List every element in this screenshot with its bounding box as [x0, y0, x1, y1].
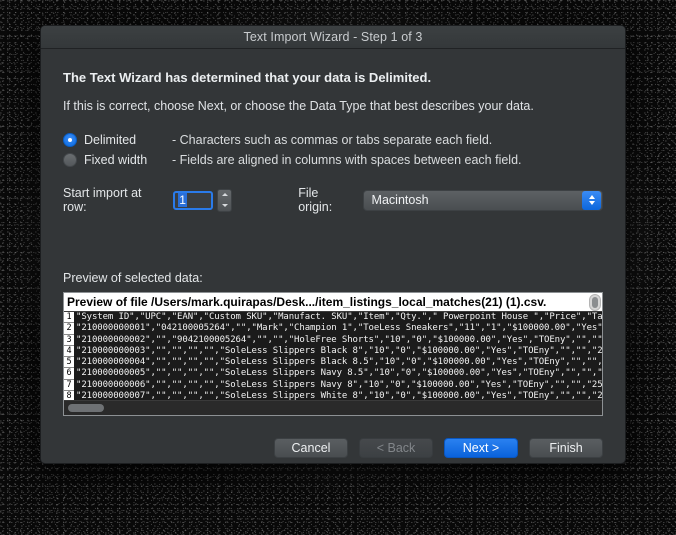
finish-button[interactable]: Finish: [529, 438, 603, 458]
row-content: "210000000006","","","","","SoleLess Sli…: [76, 379, 602, 390]
row-number: 1: [64, 312, 74, 324]
chevron-up-icon[interactable]: [221, 193, 228, 197]
dialog-button-bar: Cancel < Back Next > Finish: [41, 438, 625, 458]
preview-horizontal-scrollbar-thumb[interactable]: [68, 404, 104, 412]
row-content: "System ID","UPC","EAN","Custom SKU","Ma…: [76, 312, 602, 322]
preview-file-path: Preview of file /Users/mark.quirapas/Des…: [67, 295, 547, 309]
table-row: 8 "210000000007","","","","","SoleLess S…: [64, 391, 602, 400]
dialog-titlebar: Text Import Wizard - Step 1 of 3: [41, 26, 625, 49]
table-row: 1 "System ID","UPC","EAN","Custom SKU","…: [64, 312, 602, 324]
start-import-row-label: Start import at row:: [63, 186, 142, 214]
subline-text: If this is correct, choose Next, or choo…: [63, 99, 534, 113]
file-origin-label: File origin:: [298, 186, 333, 214]
row-number: 2: [64, 323, 74, 335]
dialog-body: The Text Wizard has determined that your…: [41, 70, 625, 416]
row-content: "210000000005","","","","","SoleLess Sli…: [76, 368, 602, 379]
dialog-title: Text Import Wizard - Step 1 of 3: [243, 30, 423, 44]
row-number: 3: [64, 334, 74, 346]
up-down-chevron-icon[interactable]: [582, 190, 601, 210]
preview-pane: Preview of file /Users/mark.quirapas/Des…: [63, 292, 603, 416]
row-number: 6: [64, 368, 74, 380]
row-content: "210000000007","","","","","SoleLess Sli…: [76, 391, 602, 400]
radio-option-delimited[interactable]: Delimited - Characters such as commas or…: [63, 130, 603, 150]
radio-delimited-label: Delimited: [84, 133, 137, 147]
chevron-down-icon[interactable]: [221, 203, 228, 207]
preview-vertical-scrollbar[interactable]: [589, 294, 601, 311]
radio-option-fixed-width[interactable]: Fixed width - Fields are aligned in colu…: [63, 150, 603, 170]
row-number: 5: [64, 357, 74, 369]
table-row: 3 "210000000002","","9042100005264","","…: [64, 334, 602, 346]
start-row-stepper[interactable]: [217, 188, 233, 212]
radio-fixed-width-description: - Fields are aligned in columns with spa…: [172, 153, 522, 167]
back-button[interactable]: < Back: [359, 438, 433, 458]
file-origin-select[interactable]: Macintosh: [362, 189, 603, 211]
start-import-row-control: 1: [173, 188, 233, 212]
text-import-wizard-dialog: Text Import Wizard - Step 1 of 3 The Tex…: [40, 25, 626, 464]
start-row-input[interactable]: 1: [173, 190, 214, 210]
file-origin-value: Macintosh: [371, 193, 429, 207]
row-content: "210000000002","","9042100005264","","",…: [76, 334, 602, 345]
table-row: 6 "210000000005","","","","","SoleLess S…: [64, 368, 602, 380]
radio-delimited-icon[interactable]: [63, 133, 77, 147]
radio-fixed-width-label: Fixed width: [84, 153, 148, 167]
preview-horizontal-scrollbar[interactable]: [64, 400, 602, 415]
radio-delimited-description: - Characters such as commas or tabs sepa…: [172, 133, 493, 147]
screen: Text Import Wizard - Step 1 of 3 The Tex…: [0, 0, 676, 535]
start-row-value: 1: [178, 193, 187, 207]
row-content: "210000000003","","","","","SoleLess Sli…: [76, 345, 602, 356]
row-number: 8: [64, 391, 74, 400]
row-content: "210000000001","042100005264","","Mark",…: [76, 323, 602, 334]
preview-section-label: Preview of selected data:: [63, 271, 203, 285]
table-row: 4 "210000000003","","","","","SoleLess S…: [64, 345, 602, 358]
import-options-row: Start import at row: 1 File origin: Maci…: [63, 186, 603, 214]
row-number: 4: [64, 345, 74, 358]
cancel-button[interactable]: Cancel: [274, 438, 348, 458]
preview-file-header: Preview of file /Users/mark.quirapas/Des…: [64, 293, 602, 312]
table-row: 2 "210000000001","042100005264","","Mark…: [64, 323, 602, 335]
row-content: "210000000004","","","","","SoleLess Sli…: [76, 357, 602, 368]
table-row: 7 "210000000006","","","","","SoleLess S…: [64, 379, 602, 392]
table-row: 5 "210000000004","","","","","SoleLess S…: [64, 357, 602, 369]
next-button[interactable]: Next >: [444, 438, 518, 458]
data-type-radio-group: Delimited - Characters such as commas or…: [63, 130, 603, 170]
radio-fixed-width-icon[interactable]: [63, 153, 77, 167]
row-number: 7: [64, 379, 74, 392]
preview-data-rows: 1 "System ID","UPC","EAN","Custom SKU","…: [64, 312, 602, 400]
headline-text: The Text Wizard has determined that your…: [63, 70, 432, 85]
